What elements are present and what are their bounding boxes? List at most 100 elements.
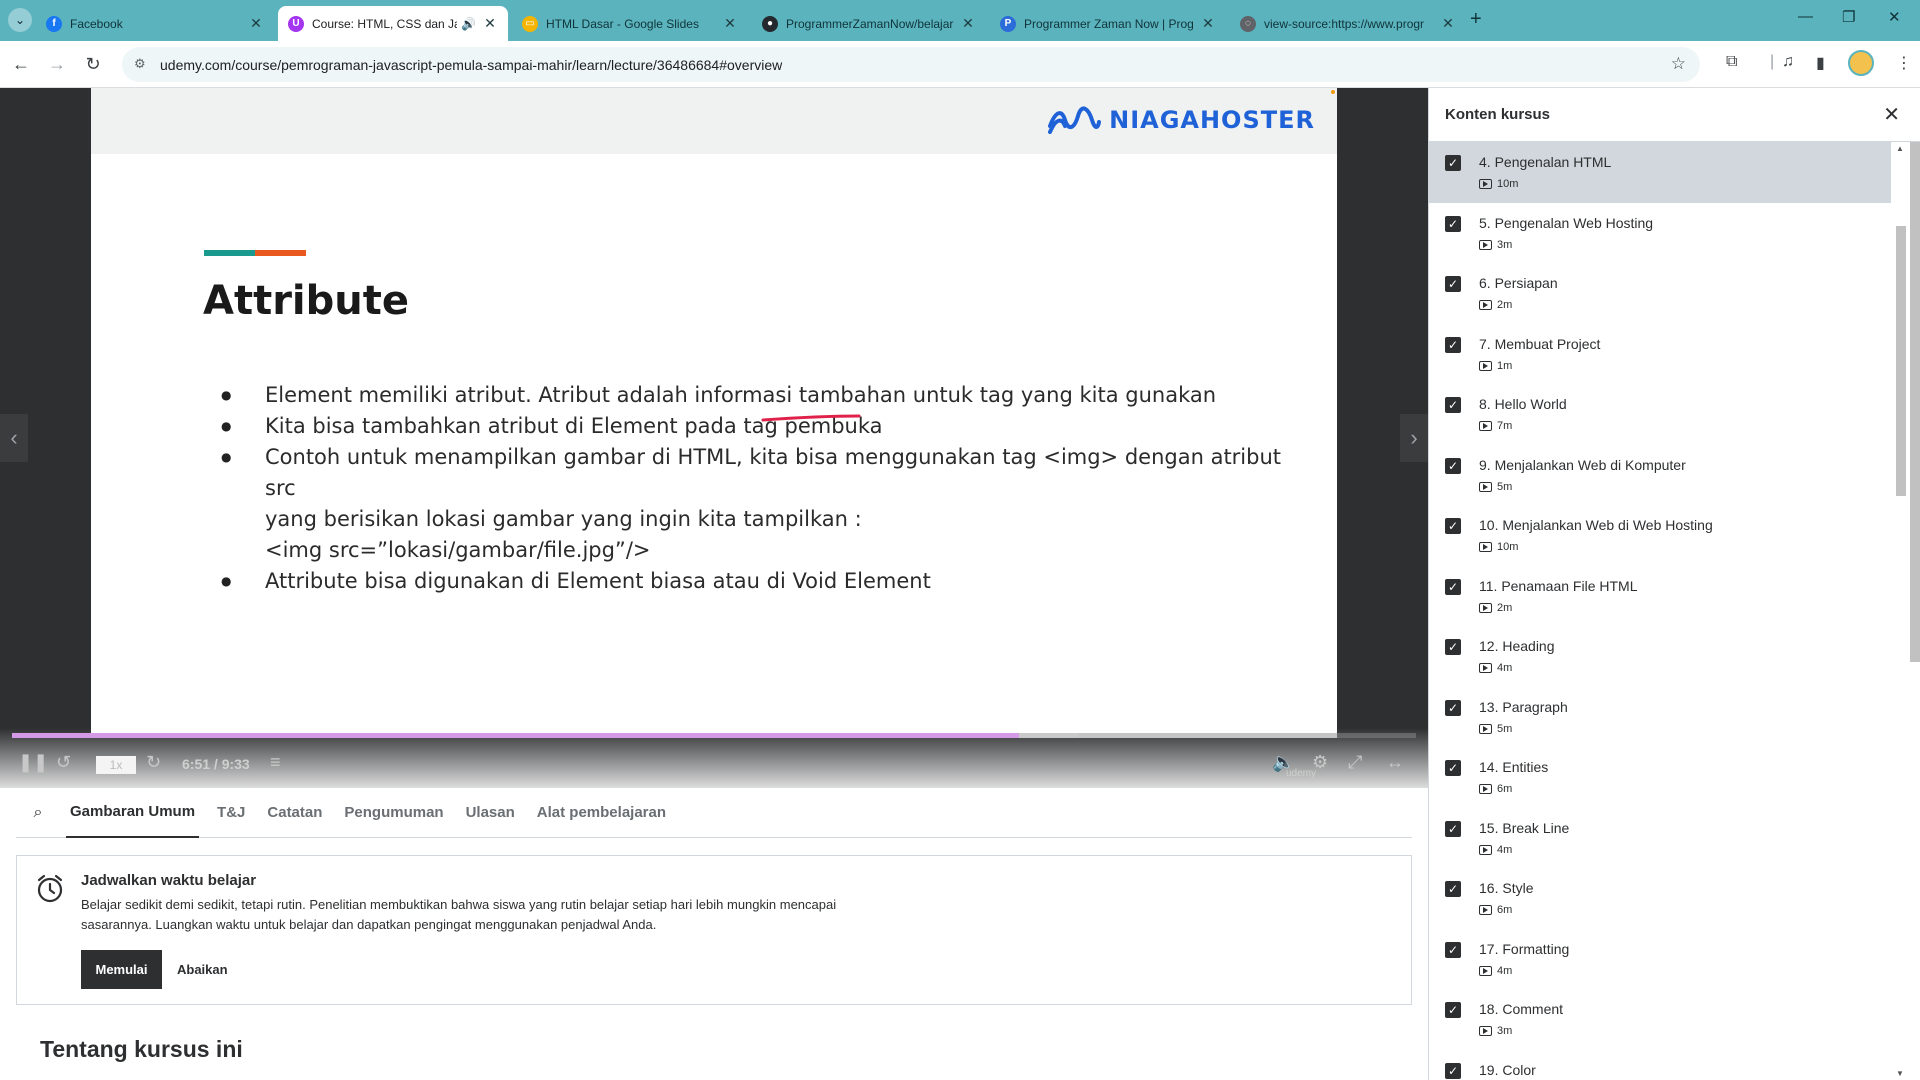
lecture-item[interactable]: ✓ 12. Heading 4m bbox=[1429, 626, 1891, 687]
media-control-icon[interactable]: ♫ bbox=[1782, 53, 1794, 71]
completed-checkbox[interactable]: ✓ bbox=[1445, 276, 1461, 292]
completed-checkbox[interactable]: ✓ bbox=[1445, 457, 1461, 474]
lecture-item[interactable]: ✓ 14. Entities 6m bbox=[1429, 747, 1891, 808]
restore-icon[interactable]: ❐ bbox=[1842, 8, 1855, 26]
list-scroll-thumb[interactable] bbox=[1896, 226, 1906, 496]
close-tab-icon[interactable]: ✕ bbox=[1440, 15, 1456, 32]
video-icon bbox=[1479, 965, 1492, 976]
rewind-icon[interactable]: ↺ bbox=[56, 752, 71, 773]
lecture-item[interactable]: ✓ 11. Penamaan File HTML 2m bbox=[1429, 566, 1891, 627]
completed-checkbox[interactable]: ✓ bbox=[1445, 215, 1461, 232]
playback-speed-button[interactable]: 1x bbox=[96, 756, 136, 774]
completed-checkbox[interactable]: ✓ bbox=[1445, 820, 1461, 837]
tab-notes[interactable]: Catatan bbox=[263, 788, 326, 838]
profile-avatar[interactable] bbox=[1848, 50, 1874, 76]
tab-qna[interactable]: T&J bbox=[213, 788, 249, 838]
duration-text: 5m bbox=[1497, 722, 1513, 735]
completed-checkbox[interactable]: ✓ bbox=[1445, 1002, 1461, 1018]
video-player[interactable]: NIAGAHOSTER Attribute Element memiliki a… bbox=[0, 88, 1428, 788]
completed-checkbox[interactable]: ✓ bbox=[1445, 578, 1461, 595]
completed-checkbox[interactable]: ✓ bbox=[1445, 397, 1461, 413]
lecture-item[interactable]: ✓ 4. Pengenalan HTML 10m bbox=[1429, 142, 1891, 203]
close-tab-icon[interactable]: ✕ bbox=[722, 15, 738, 32]
extensions-icon[interactable]: ⧉ bbox=[1726, 53, 1737, 71]
completed-checkbox[interactable]: ✓ bbox=[1445, 941, 1461, 958]
lecture-item[interactable]: ✓ 6. Persiapan 2m bbox=[1429, 263, 1891, 324]
lecture-item[interactable]: ✓ 18. Comment 3m bbox=[1429, 989, 1891, 1050]
fullscreen-icon[interactable]: ⤢ bbox=[1348, 752, 1362, 773]
study-reminder-card: Jadwalkan waktu belajar Belajar sedikit … bbox=[16, 855, 1412, 1005]
pause-icon[interactable]: ❚❚ bbox=[18, 752, 48, 773]
lecture-item[interactable]: ✓ 7. Membuat Project 1m bbox=[1429, 324, 1891, 385]
progress-played[interactable] bbox=[12, 733, 1019, 738]
dismiss-button[interactable]: Abaikan bbox=[177, 950, 228, 989]
reload-icon[interactable]: ↻ bbox=[80, 51, 106, 77]
completed-checkbox[interactable]: ✓ bbox=[1445, 155, 1461, 171]
video-icon bbox=[1479, 905, 1492, 915]
completed-checkbox[interactable]: ✓ bbox=[1445, 639, 1461, 655]
minimize-icon[interactable]: — bbox=[1798, 8, 1813, 25]
tab-audio-icon[interactable]: 🔊 bbox=[461, 17, 476, 31]
add-note-icon[interactable]: ≡ bbox=[270, 752, 281, 773]
lecture-item[interactable]: ✓ 15. Break Line 4m bbox=[1429, 808, 1891, 869]
site-info-icon[interactable]: ⚙ bbox=[134, 56, 146, 72]
forward-icon[interactable]: → bbox=[44, 51, 70, 77]
side-panel-icon[interactable]: ▮ bbox=[1816, 53, 1825, 73]
tab-reviews[interactable]: Ulasan bbox=[462, 788, 519, 838]
tab-overview[interactable]: Gambaran Umum bbox=[66, 788, 200, 838]
browser-tab[interactable]: ▭ HTML Dasar - Google Slides ✕ bbox=[512, 6, 748, 41]
sidebar-scrollbar[interactable]: ▲ ▼ bbox=[1892, 142, 1920, 1080]
lecture-item[interactable]: ✓ 19. Color bbox=[1429, 1050, 1891, 1080]
close-tab-icon[interactable]: ✕ bbox=[248, 15, 264, 32]
new-tab-icon[interactable]: + bbox=[1470, 8, 1482, 31]
title-accent-bar bbox=[204, 250, 306, 256]
completed-checkbox[interactable]: ✓ bbox=[1445, 881, 1461, 897]
lecture-item[interactable]: ✓ 10. Menjalankan Web di Web Hosting 10m bbox=[1429, 505, 1891, 566]
browser-menu-icon[interactable]: ⋮ bbox=[1896, 53, 1912, 73]
browser-tab-strip: ⌄ f Facebook ✕ U Course: HTML, CSS dan Javas… bbox=[0, 0, 1920, 41]
lecture-item[interactable]: ✓ 9. Menjalankan Web di Komputer 5m bbox=[1429, 445, 1891, 506]
browser-tab[interactable]: ● ProgrammerZamanNow/belajar ✕ bbox=[752, 6, 986, 41]
expand-view-icon[interactable]: ↔ bbox=[1386, 752, 1404, 773]
close-tab-icon[interactable]: ✕ bbox=[482, 15, 498, 32]
completed-checkbox[interactable]: ✓ bbox=[1445, 518, 1461, 534]
page-scroll-thumb[interactable] bbox=[1910, 142, 1920, 662]
start-schedule-button[interactable]: Memulai bbox=[81, 950, 162, 989]
facebook-icon: f bbox=[46, 15, 62, 32]
tab-search-icon[interactable]: ⌄ bbox=[8, 8, 32, 32]
scroll-down-icon[interactable]: ▼ bbox=[1896, 1069, 1904, 1078]
completed-checkbox[interactable]: ✓ bbox=[1445, 336, 1461, 353]
close-tab-icon[interactable]: ✕ bbox=[1200, 15, 1216, 32]
search-icon[interactable]: ⌕ bbox=[16, 788, 60, 838]
lecture-item[interactable]: ✓ 17. Formatting 4m bbox=[1429, 929, 1891, 990]
lecture-item[interactable]: ✓ 5. Pengenalan Web Hosting 3m bbox=[1429, 203, 1891, 264]
address-bar[interactable]: ⚙ udemy.com/course/pemrograman-javascrip… bbox=[122, 47, 1700, 82]
lecture-item[interactable]: ✓ 8. Hello World 7m bbox=[1429, 384, 1891, 445]
browser-tab[interactable]: ◌ view-source:https://www.progr ✕ bbox=[1230, 6, 1466, 41]
toolbar-divider: | bbox=[1770, 53, 1775, 70]
completed-checkbox[interactable]: ✓ bbox=[1445, 699, 1461, 716]
next-lecture-icon[interactable]: › bbox=[1400, 414, 1428, 462]
lecture-item[interactable]: ✓ 13. Paragraph 5m bbox=[1429, 687, 1891, 748]
window-close-icon[interactable]: ✕ bbox=[1888, 8, 1901, 26]
about-course-heading: Tentang kursus ini bbox=[40, 1036, 243, 1062]
udemy-icon: U bbox=[288, 15, 304, 32]
lecture-item[interactable]: ✓ 16. Style 6m bbox=[1429, 868, 1891, 929]
back-icon[interactable]: ← bbox=[8, 51, 34, 77]
close-icon[interactable]: ✕ bbox=[1883, 102, 1900, 127]
bookmark-star-icon[interactable]: ☆ bbox=[1671, 54, 1686, 74]
previous-lecture-icon[interactable]: ‹ bbox=[0, 414, 28, 462]
completed-checkbox[interactable]: ✓ bbox=[1445, 1062, 1461, 1079]
tab-learning-tools[interactable]: Alat pembelajaran bbox=[533, 788, 670, 838]
browser-tab[interactable]: f Facebook ✕ bbox=[36, 6, 274, 41]
sidebar-title: Konten kursus bbox=[1445, 106, 1551, 123]
browser-tab[interactable]: P Programmer Zaman Now | Prog ✕ bbox=[990, 6, 1226, 41]
browser-tab-title: HTML Dasar - Google Slides bbox=[546, 16, 699, 31]
close-tab-icon[interactable]: ✕ bbox=[960, 15, 976, 32]
forward-skip-icon[interactable]: ↻ bbox=[146, 752, 161, 773]
browser-tab[interactable]: U Course: HTML, CSS dan Javas 🔊 ✕ bbox=[278, 6, 508, 41]
reminder-text: Belajar sedikit demi sedikit, tetapi rut… bbox=[81, 897, 837, 932]
completed-checkbox[interactable]: ✓ bbox=[1445, 760, 1461, 776]
scroll-up-icon[interactable]: ▲ bbox=[1896, 144, 1904, 153]
tab-announcements[interactable]: Pengumuman bbox=[340, 788, 447, 838]
